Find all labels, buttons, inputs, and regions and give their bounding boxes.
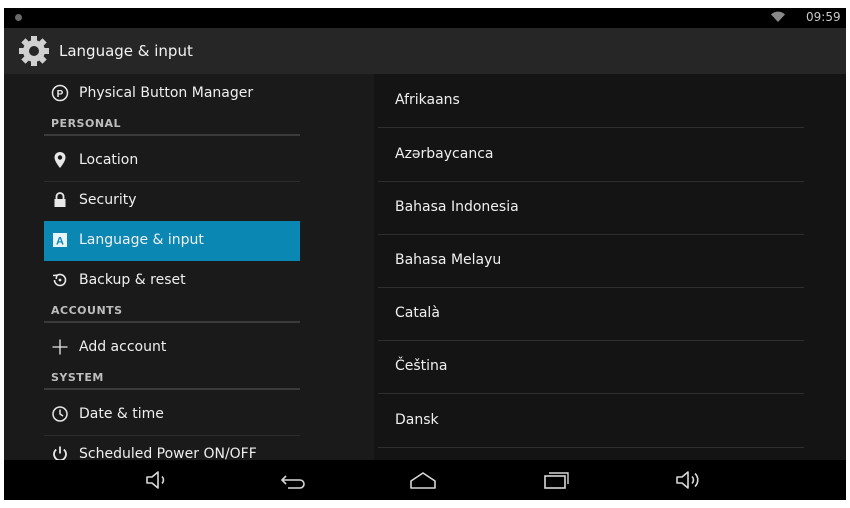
- settings-list[interactable]: P Physical Button Manager PERSONAL Locat…: [4, 74, 374, 460]
- settings-gear-icon[interactable]: [16, 33, 52, 69]
- section-header-personal: PERSONAL: [44, 114, 300, 136]
- language-item[interactable]: Čeština: [378, 340, 804, 394]
- settings-item-date-time[interactable]: Date & time: [44, 395, 300, 435]
- navigation-bar: [4, 460, 846, 500]
- settings-item-physical-button-manager[interactable]: P Physical Button Manager: [44, 74, 300, 114]
- wifi-icon: [771, 11, 785, 22]
- language-item[interactable]: Afrikaans: [378, 74, 804, 128]
- location-pin-icon: [54, 152, 66, 168]
- power-icon: [53, 446, 67, 460]
- language-item[interactable]: Català: [378, 287, 804, 341]
- section-header-system: SYSTEM: [44, 368, 300, 390]
- language-item[interactable]: Azərbaycanca: [378, 128, 804, 182]
- recent-apps-icon[interactable]: [541, 468, 571, 492]
- clock: 09:59: [806, 10, 841, 24]
- backup-restore-icon: [52, 273, 67, 287]
- settings-item-scheduled-power[interactable]: Scheduled Power ON/OFF: [44, 435, 300, 460]
- clock-icon: [52, 406, 68, 422]
- language-a-icon: A: [53, 233, 67, 248]
- action-bar: Language & input: [4, 28, 846, 74]
- notification-dot-icon: [15, 14, 22, 21]
- settings-item-location[interactable]: Location: [44, 141, 300, 181]
- language-item[interactable]: Bahasa Indonesia: [378, 181, 804, 235]
- settings-item-language-input[interactable]: A Language & input: [44, 221, 300, 261]
- svg-text:P: P: [57, 89, 64, 100]
- lock-icon: [54, 192, 66, 207]
- tablet-screen: 09:59 Language & input P Physical Button…: [4, 8, 846, 500]
- settings-item-backup-reset[interactable]: Backup & reset: [44, 261, 300, 301]
- language-list[interactable]: Afrikaans Azərbaycanca Bahasa Indonesia …: [374, 74, 846, 460]
- status-bar: 09:59: [4, 8, 846, 28]
- svg-text:A: A: [56, 236, 64, 248]
- back-icon[interactable]: [276, 468, 306, 492]
- volume-down-icon[interactable]: [142, 468, 172, 492]
- volume-up-icon[interactable]: [674, 468, 704, 492]
- page-title: Language & input: [59, 42, 193, 60]
- plus-icon: [52, 339, 68, 355]
- settings-item-add-account[interactable]: Add account: [44, 328, 300, 368]
- language-item[interactable]: Bahasa Melayu: [378, 234, 804, 288]
- settings-item-security[interactable]: Security: [44, 181, 300, 221]
- language-item[interactable]: Dansk: [378, 394, 804, 448]
- p-circle-icon: P: [51, 84, 69, 102]
- home-icon[interactable]: [408, 468, 438, 492]
- section-header-accounts: ACCOUNTS: [44, 301, 300, 323]
